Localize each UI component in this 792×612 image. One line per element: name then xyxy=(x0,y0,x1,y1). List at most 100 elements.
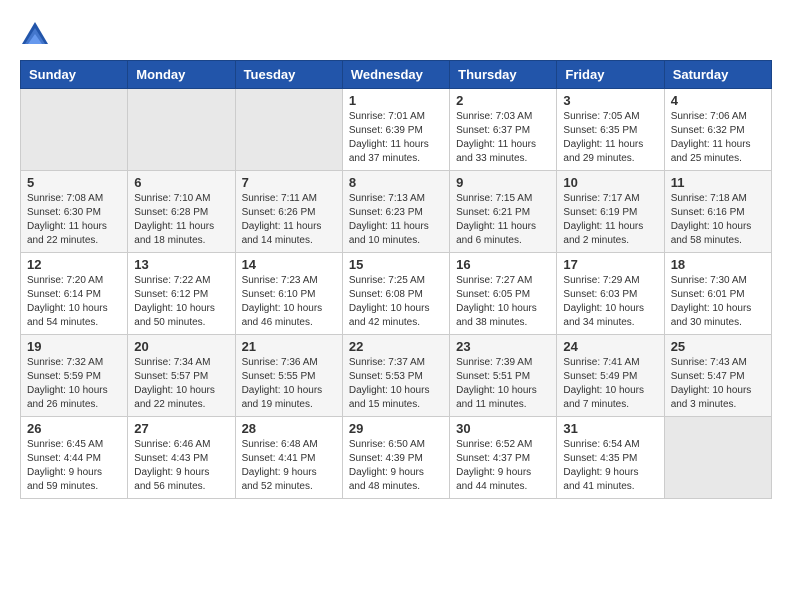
calendar-day-cell: 12Sunrise: 7:20 AMSunset: 6:14 PMDayligh… xyxy=(21,253,128,335)
page-header xyxy=(20,20,772,50)
weekday-header-cell: Sunday xyxy=(21,61,128,89)
day-number: 31 xyxy=(563,421,657,436)
day-detail: Sunrise: 7:22 AMSunset: 6:12 PMDaylight:… xyxy=(134,274,228,330)
calendar-day-cell: 9 Sunrise: 7:15 AMSunset: 6:21 PMDaylight… xyxy=(450,171,557,253)
day-detail: Sunrise: 7:37 AMSunset: 5:53 PMDaylight:… xyxy=(349,356,443,412)
weekday-header-cell: Tuesday xyxy=(235,61,342,89)
calendar-day-cell: 10 Sunrise: 7:17 AMSunset: 6:19 PMDayligh… xyxy=(557,171,664,253)
day-detail: Sunrise: 7:34 AMSunset: 5:57 PMDaylight:… xyxy=(134,356,228,412)
weekday-header-cell: Monday xyxy=(128,61,235,89)
day-number: 23 xyxy=(456,339,550,354)
calendar-day-cell: 15 Sunrise: 7:25 AMSunset: 6:08 PMDayligh… xyxy=(342,253,449,335)
day-detail: Sunrise: 7:43 AMSunset: 5:47 PMDaylight:… xyxy=(671,356,765,412)
day-number: 6 xyxy=(134,175,228,190)
calendar-day-cell xyxy=(664,417,771,499)
calendar-day-cell: 1 Sunrise: 7:01 AMSunset: 6:39 PMDaylight… xyxy=(342,89,449,171)
day-detail: Sunrise: 6:52 AMSunset: 4:37 PMDaylight:… xyxy=(456,438,550,494)
day-number: 11 xyxy=(671,175,765,190)
weekday-header-cell: Wednesday xyxy=(342,61,449,89)
calendar-day-cell: 26Sunrise: 6:45 AMSunset: 4:44 PMDayligh… xyxy=(21,417,128,499)
calendar-day-cell: 30 Sunrise: 6:52 AMSunset: 4:37 PMDayligh… xyxy=(450,417,557,499)
calendar-day-cell: 31Sunrise: 6:54 AMSunset: 4:35 PMDayligh… xyxy=(557,417,664,499)
day-number: 29 xyxy=(349,421,443,436)
calendar-day-cell: 11 Sunrise: 7:18 AMSunset: 6:16 PMDayligh… xyxy=(664,171,771,253)
day-detail: Sunrise: 7:06 AMSunset: 6:32 PMDaylight:… xyxy=(671,110,765,166)
weekday-header-cell: Saturday xyxy=(664,61,771,89)
calendar-day-cell xyxy=(21,89,128,171)
day-number: 1 xyxy=(349,93,443,108)
weekday-header-cell: Thursday xyxy=(450,61,557,89)
day-number: 27 xyxy=(134,421,228,436)
day-detail: Sunrise: 6:48 AMSunset: 4:41 PMDaylight:… xyxy=(242,438,336,494)
day-number: 4 xyxy=(671,93,765,108)
calendar-day-cell: 6 Sunrise: 7:10 AMSunset: 6:28 PMDaylight… xyxy=(128,171,235,253)
weekday-header-cell: Friday xyxy=(557,61,664,89)
calendar-day-cell: 13Sunrise: 7:22 AMSunset: 6:12 PMDayligh… xyxy=(128,253,235,335)
day-detail: Sunrise: 7:27 AMSunset: 6:05 PMDaylight:… xyxy=(456,274,550,330)
day-detail: Sunrise: 7:39 AMSunset: 5:51 PMDaylight:… xyxy=(456,356,550,412)
day-number: 12 xyxy=(27,257,121,272)
day-detail: Sunrise: 7:32 AMSunset: 5:59 PMDaylight:… xyxy=(27,356,121,412)
day-number: 14 xyxy=(242,257,336,272)
day-number: 21 xyxy=(242,339,336,354)
day-detail: Sunrise: 7:29 AMSunset: 6:03 PMDaylight:… xyxy=(563,274,657,330)
calendar-day-cell xyxy=(235,89,342,171)
calendar-day-cell: 14 Sunrise: 7:23 AMSunset: 6:10 PMDayligh… xyxy=(235,253,342,335)
weekday-header-row: SundayMondayTuesdayWednesdayThursdayFrid… xyxy=(21,61,772,89)
calendar-day-cell: 19 Sunrise: 7:32 AMSunset: 5:59 PMDayligh… xyxy=(21,335,128,417)
calendar-day-cell: 8 Sunrise: 7:13 AMSunset: 6:23 PMDaylight… xyxy=(342,171,449,253)
day-detail: Sunrise: 7:18 AMSunset: 6:16 PMDaylight:… xyxy=(671,192,765,248)
day-number: 2 xyxy=(456,93,550,108)
calendar-day-cell: 18Sunrise: 7:30 AMSunset: 6:01 PMDayligh… xyxy=(664,253,771,335)
day-detail: Sunrise: 7:23 AMSunset: 6:10 PMDaylight:… xyxy=(242,274,336,330)
calendar-week-row: 19 Sunrise: 7:32 AMSunset: 5:59 PMDayligh… xyxy=(21,335,772,417)
day-number: 20 xyxy=(134,339,228,354)
logo-inner xyxy=(20,20,54,50)
calendar-day-cell: 16 Sunrise: 7:27 AMSunset: 6:05 PMDayligh… xyxy=(450,253,557,335)
calendar-day-cell: 7Sunrise: 7:11 AMSunset: 6:26 PMDaylight… xyxy=(235,171,342,253)
calendar-week-row: 1 Sunrise: 7:01 AMSunset: 6:39 PMDaylight… xyxy=(21,89,772,171)
day-detail: Sunrise: 7:10 AMSunset: 6:28 PMDaylight:… xyxy=(134,192,228,248)
day-detail: Sunrise: 7:13 AMSunset: 6:23 PMDaylight:… xyxy=(349,192,443,248)
day-number: 7 xyxy=(242,175,336,190)
day-detail: Sunrise: 7:01 AMSunset: 6:39 PMDaylight:… xyxy=(349,110,443,166)
day-detail: Sunrise: 7:30 AMSunset: 6:01 PMDaylight:… xyxy=(671,274,765,330)
day-detail: Sunrise: 7:08 AMSunset: 6:30 PMDaylight:… xyxy=(27,192,121,248)
day-number: 8 xyxy=(349,175,443,190)
calendar-day-cell: 20 Sunrise: 7:34 AMSunset: 5:57 PMDayligh… xyxy=(128,335,235,417)
calendar-day-cell: 28Sunrise: 6:48 AMSunset: 4:41 PMDayligh… xyxy=(235,417,342,499)
calendar-week-row: 26Sunrise: 6:45 AMSunset: 4:44 PMDayligh… xyxy=(21,417,772,499)
calendar-body: 1 Sunrise: 7:01 AMSunset: 6:39 PMDaylight… xyxy=(21,89,772,499)
day-detail: Sunrise: 7:25 AMSunset: 6:08 PMDaylight:… xyxy=(349,274,443,330)
calendar-week-row: 5Sunrise: 7:08 AMSunset: 6:30 PMDaylight… xyxy=(21,171,772,253)
day-number: 24 xyxy=(563,339,657,354)
day-detail: Sunrise: 6:50 AMSunset: 4:39 PMDaylight:… xyxy=(349,438,443,494)
day-detail: Sunrise: 7:15 AMSunset: 6:21 PMDaylight:… xyxy=(456,192,550,248)
calendar-day-cell: 4 Sunrise: 7:06 AMSunset: 6:32 PMDaylight… xyxy=(664,89,771,171)
day-number: 9 xyxy=(456,175,550,190)
day-number: 19 xyxy=(27,339,121,354)
calendar-day-cell: 22 Sunrise: 7:37 AMSunset: 5:53 PMDayligh… xyxy=(342,335,449,417)
calendar-day-cell: 24 Sunrise: 7:41 AMSunset: 5:49 PMDayligh… xyxy=(557,335,664,417)
calendar-day-cell: 2 Sunrise: 7:03 AMSunset: 6:37 PMDaylight… xyxy=(450,89,557,171)
day-detail: Sunrise: 6:45 AMSunset: 4:44 PMDaylight:… xyxy=(27,438,121,494)
day-number: 25 xyxy=(671,339,765,354)
calendar-week-row: 12Sunrise: 7:20 AMSunset: 6:14 PMDayligh… xyxy=(21,253,772,335)
calendar-day-cell: 5Sunrise: 7:08 AMSunset: 6:30 PMDaylight… xyxy=(21,171,128,253)
day-detail: Sunrise: 7:41 AMSunset: 5:49 PMDaylight:… xyxy=(563,356,657,412)
calendar-day-cell xyxy=(128,89,235,171)
calendar-day-cell: 3Sunrise: 7:05 AMSunset: 6:35 PMDaylight… xyxy=(557,89,664,171)
day-detail: Sunrise: 7:36 AMSunset: 5:55 PMDaylight:… xyxy=(242,356,336,412)
day-number: 16 xyxy=(456,257,550,272)
calendar-day-cell: 29 Sunrise: 6:50 AMSunset: 4:39 PMDayligh… xyxy=(342,417,449,499)
day-detail: Sunrise: 7:05 AMSunset: 6:35 PMDaylight:… xyxy=(563,110,657,166)
day-detail: Sunrise: 7:03 AMSunset: 6:37 PMDaylight:… xyxy=(456,110,550,166)
day-number: 10 xyxy=(563,175,657,190)
day-number: 30 xyxy=(456,421,550,436)
day-number: 15 xyxy=(349,257,443,272)
day-detail: Sunrise: 7:17 AMSunset: 6:19 PMDaylight:… xyxy=(563,192,657,248)
calendar-day-cell: 23 Sunrise: 7:39 AMSunset: 5:51 PMDayligh… xyxy=(450,335,557,417)
day-number: 22 xyxy=(349,339,443,354)
logo xyxy=(20,20,54,50)
calendar-day-cell: 25 Sunrise: 7:43 AMSunset: 5:47 PMDayligh… xyxy=(664,335,771,417)
